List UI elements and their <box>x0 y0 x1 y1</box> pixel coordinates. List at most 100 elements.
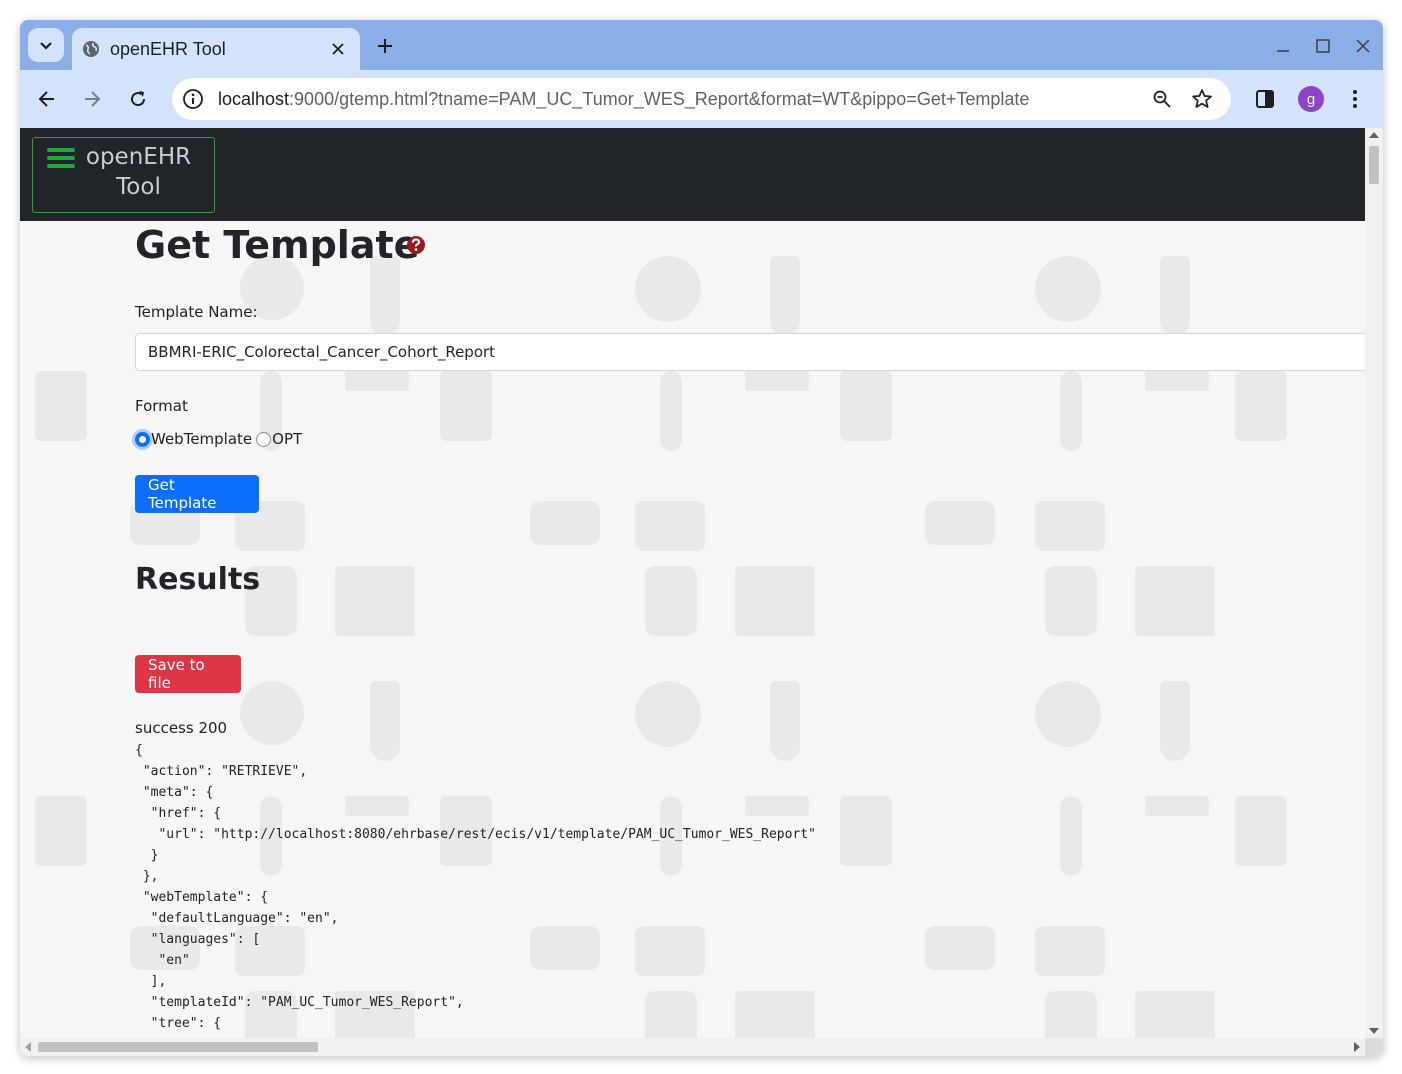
browser-tab[interactable]: openEHR Tool <box>72 28 360 70</box>
webtemplate-radio-label[interactable]: WebTemplate <box>151 430 252 448</box>
background-shape <box>1235 371 1287 441</box>
opt-radio-label[interactable]: OPT <box>272 430 302 448</box>
scroll-down-arrow-icon[interactable] <box>1369 1028 1379 1034</box>
background-shape <box>35 796 87 866</box>
brand-line-2: Tool <box>116 174 161 200</box>
page-title: Get Template <box>135 223 420 267</box>
scroll-right-arrow-icon[interactable] <box>1354 1042 1360 1052</box>
zoom-icon[interactable] <box>1150 87 1174 111</box>
bookmark-star-icon[interactable] <box>1190 87 1214 111</box>
help-question-icon[interactable] <box>406 235 426 255</box>
chevron-down-icon <box>40 42 52 50</box>
background-shape <box>1160 681 1190 761</box>
template-name-value: BBMRI-ERIC_Colorectal_Cancer_Cohort_Repo… <box>148 343 496 361</box>
background-shape <box>635 501 705 551</box>
url-path: :9000/gtemp.html?tname=PAM_UC_Tumor_WES_… <box>289 88 1030 109</box>
background-shape <box>1135 566 1215 636</box>
back-arrow-icon <box>38 91 54 107</box>
side-panel-icon <box>1256 90 1274 108</box>
background-shape <box>440 371 492 441</box>
tab-title: openEHR Tool <box>110 38 226 59</box>
vertical-scrollbar[interactable] <box>1365 128 1383 1038</box>
background-shape <box>35 371 87 441</box>
browser-toolbar: localhost:9000/gtemp.html?tname=PAM_UC_T… <box>20 70 1383 128</box>
background-shape <box>635 681 701 747</box>
background-shape <box>660 371 682 451</box>
background-shape <box>1135 991 1215 1038</box>
format-label: Format <box>135 397 188 415</box>
background-shape <box>1160 256 1190 336</box>
site-info-icon[interactable] <box>180 86 206 112</box>
save-to-file-button[interactable]: Save to file <box>135 655 241 693</box>
background-shape <box>530 501 600 545</box>
close-window-button[interactable] <box>1351 34 1375 58</box>
background-shape <box>240 681 304 745</box>
opt-radio[interactable] <box>256 431 272 447</box>
forward-button[interactable] <box>77 84 107 114</box>
scroll-up-arrow-icon[interactable] <box>1369 132 1379 138</box>
background-shape <box>745 371 809 391</box>
background-shape <box>1145 371 1209 391</box>
background-shape <box>1035 681 1101 747</box>
background-shape <box>1035 926 1105 976</box>
hamburger-icon <box>47 148 75 170</box>
page-viewport: openEHR Tool Get Template Template Name:… <box>20 128 1365 1038</box>
vertical-scroll-thumb[interactable] <box>1369 146 1379 184</box>
close-icon <box>1356 39 1370 53</box>
background-shape <box>635 256 701 322</box>
get-template-button[interactable]: Get Template <box>135 475 259 513</box>
background-shape <box>770 256 800 336</box>
kebab-menu-icon <box>1353 90 1357 108</box>
maximize-button[interactable] <box>1311 34 1335 58</box>
profile-avatar[interactable]: g <box>1298 86 1324 112</box>
background-shape <box>925 926 995 970</box>
background-shape <box>370 256 400 336</box>
horizontal-scrollbar[interactable] <box>20 1038 1365 1056</box>
minimize-button[interactable] <box>1271 34 1295 58</box>
brand-line-1: openEHR <box>85 144 192 170</box>
background-shape <box>1145 796 1209 816</box>
background-shape <box>840 371 892 441</box>
url-text[interactable]: localhost:9000/gtemp.html?tname=PAM_UC_T… <box>218 89 1231 110</box>
json-response-output: { "action": "RETRIEVE", "meta": { "href"… <box>135 743 816 1031</box>
response-status: success 200 <box>135 719 228 737</box>
background-shape <box>925 501 995 545</box>
background-shape <box>1060 796 1082 876</box>
browser-menu-button[interactable] <box>1340 84 1370 114</box>
plus-icon <box>378 39 392 53</box>
background-shape <box>345 371 409 391</box>
webtemplate-radio[interactable] <box>135 431 150 447</box>
scroll-left-arrow-icon[interactable] <box>25 1042 31 1052</box>
background-shape <box>1035 256 1101 322</box>
navbar-brand-toggle[interactable]: openEHR Tool <box>32 137 215 213</box>
results-heading: Results <box>135 562 261 597</box>
new-tab-button[interactable] <box>372 33 398 59</box>
background-shape <box>1060 371 1082 451</box>
maximize-icon <box>1316 39 1330 53</box>
url-host: localhost <box>218 88 290 109</box>
format-radio-group: WebTemplate OPT <box>135 429 302 449</box>
background-shape <box>645 566 697 636</box>
address-bar[interactable]: localhost:9000/gtemp.html?tname=PAM_UC_T… <box>172 78 1231 120</box>
tab-search-button[interactable] <box>28 28 64 62</box>
background-shape <box>1045 991 1097 1038</box>
background-shape <box>1235 796 1287 866</box>
reload-icon <box>131 91 146 107</box>
forward-arrow-icon <box>85 91 101 107</box>
back-button[interactable] <box>32 84 62 114</box>
brand-name: openEHR Tool <box>81 142 196 202</box>
background-shape <box>335 566 415 636</box>
tab-strip: openEHR Tool <box>20 20 1383 70</box>
scrollbar-corner <box>1365 1038 1383 1056</box>
background-shape <box>840 796 892 866</box>
horizontal-scroll-thumb[interactable] <box>38 1042 318 1052</box>
minimize-icon <box>1277 50 1289 52</box>
template-name-input[interactable]: BBMRI-ERIC_Colorectal_Cancer_Cohort_Repo… <box>135 333 1365 371</box>
template-name-label: Template Name: <box>135 303 258 321</box>
reload-button[interactable] <box>123 84 153 114</box>
app-navbar: openEHR Tool <box>20 128 1365 221</box>
browser-window: openEHR Tool localhost:9000/gtemp.html?t… <box>20 20 1383 1056</box>
tab-close-icon[interactable] <box>326 37 350 61</box>
side-panel-button[interactable] <box>1250 84 1280 114</box>
background-shape <box>1035 501 1105 551</box>
